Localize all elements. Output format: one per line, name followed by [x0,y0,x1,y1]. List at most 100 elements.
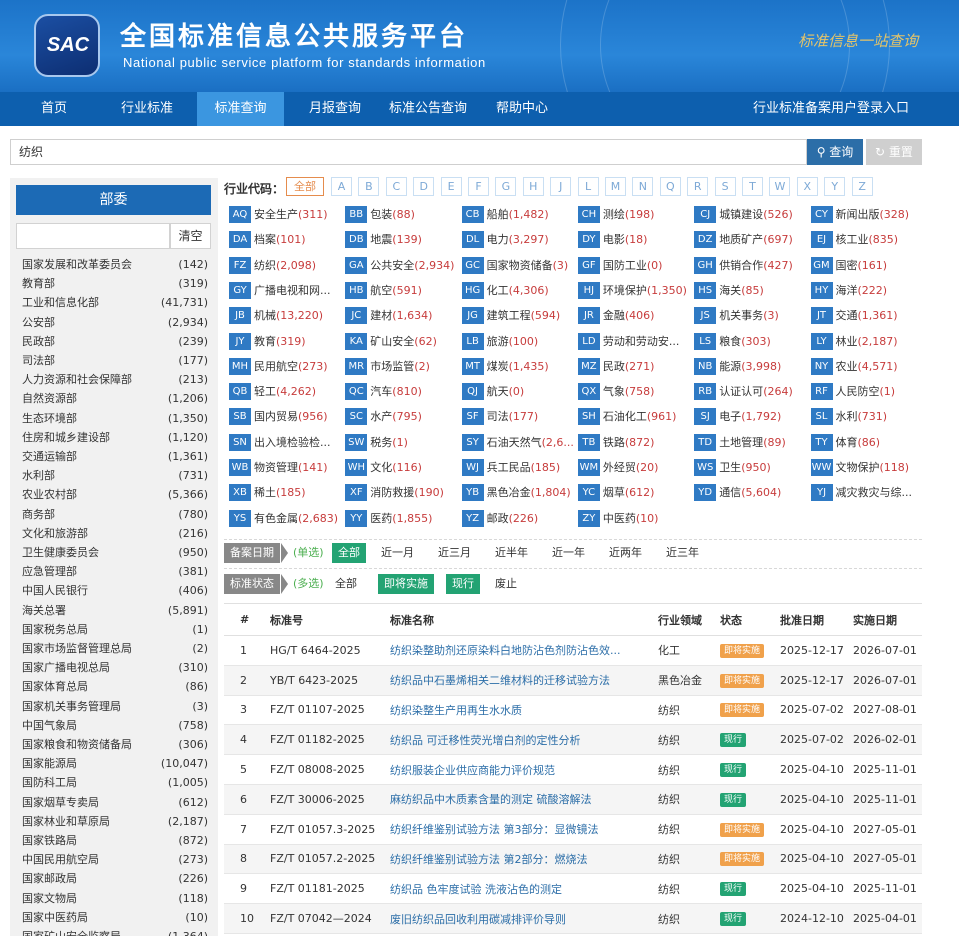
sidebar-item[interactable]: 农业农村部 (5,366) [22,485,208,504]
sidebar-item[interactable]: 住房和城乡建设部 (1,120) [22,428,208,447]
standard-name[interactable]: 纺织品 色牢度试验 洗液沾色的测定 [390,873,658,905]
industry-code-item[interactable]: AQ 安全生产(311) [229,206,341,223]
standard-name[interactable]: 废旧纺织品回收利用碳减排评价导则 [390,903,658,934]
letter-z[interactable]: Z [851,177,873,196]
date-option[interactable]: 近半年 [495,543,528,563]
industry-code-item[interactable]: YC 烟草(612) [577,484,690,502]
industry-code-item[interactable]: WM 外经贸(20) [577,459,690,476]
industry-code-item[interactable]: CJ 城镇建设(526) [694,206,806,223]
sidebar-item[interactable]: 国家发展和改革委员会 (142) [22,255,208,274]
industry-code-item[interactable]: BB 包装(88) [345,206,457,223]
sidebar-item[interactable]: 国家广播电视总局 (310) [22,658,208,677]
letter-y[interactable]: Y [824,177,846,196]
industry-code-item[interactable]: WW 文物保护(118) [810,459,923,476]
date-option[interactable]: 全部 [332,543,366,563]
industry-code-item[interactable]: YJ 减灾救灾与综... [810,484,923,502]
status-option[interactable]: 废止 [495,574,517,594]
industry-code-item[interactable]: GA 公共安全(2,934) [345,256,457,274]
letter-c[interactable]: C [385,177,407,196]
nav-announcement-query[interactable]: 标准公告查询 [383,92,473,126]
sidebar-item[interactable]: 国家林业和草原局 (2,187) [22,812,208,831]
letter-a[interactable]: A [331,177,352,196]
industry-code-item[interactable]: CB 船舶(1,482) [461,206,574,223]
letter-t[interactable]: T [742,177,763,196]
letter-r[interactable]: R [687,177,709,196]
industry-code-item[interactable]: RF 人民防空(1) [810,383,923,401]
industry-code-item[interactable]: NY 农业(4,571) [810,357,923,375]
sidebar-item[interactable]: 文化和旅游部 (216) [22,524,208,543]
industry-code-item[interactable]: CH 测绘(198) [577,206,690,223]
sidebar-item[interactable]: 自然资源部 (1,206) [22,389,208,408]
industry-code-item[interactable]: TD 土地管理(89) [694,433,806,451]
industry-code-item[interactable]: ZY 中医药(10) [577,509,690,527]
industry-code-item[interactable]: DY 电影(18) [577,231,690,249]
ministry-filter-input[interactable] [16,223,170,249]
letter-l[interactable]: L [577,177,599,196]
industry-code-item[interactable]: NB 能源(3,998) [694,357,806,375]
sidebar-item[interactable]: 国家能源局 (10,047) [22,754,208,773]
standard-name[interactable]: 麻纺织品中木质素含量的测定 硫酸溶解法 [390,784,658,815]
industry-code-item[interactable]: GY 广播电视和网... [229,281,341,299]
sidebar-item[interactable]: 卫生健康委员会 (950) [22,543,208,562]
query-button[interactable]: ⚲ 查询 [807,139,863,165]
search-input[interactable]: 纺织 [10,139,807,165]
industry-code-item[interactable]: DA 档案(101) [229,231,341,249]
status-option[interactable]: 即将实施 [378,574,434,594]
sidebar-item[interactable]: 国家矿山安全监察局 (1,364) [22,927,208,936]
standard-name[interactable]: 纺织服装企业供应商能力评价规范 [390,754,658,785]
reset-button[interactable]: ↻ 重置 [866,139,922,165]
industry-code-item[interactable]: JY 教育(319) [229,332,341,350]
sidebar-item[interactable]: 应急管理部 (381) [22,562,208,581]
industry-code-item[interactable]: MT 煤炭(1,435) [461,357,574,375]
industry-code-item[interactable]: MH 民用航空(273) [229,357,341,375]
sidebar-item[interactable]: 司法部 (177) [22,351,208,370]
filing-user-login-link[interactable]: 行业标准备案用户登录入口 [753,92,909,126]
sidebar-item[interactable]: 国家中医药局 (10) [22,908,208,927]
letter-all[interactable]: 全部 [286,177,324,196]
industry-code-item[interactable]: SB 国内贸易(956) [229,408,341,426]
nav-monthly-report[interactable]: 月报查询 [296,92,374,126]
standard-name[interactable]: 纺织纤维鉴别试验方法 第3部分：显微镜法 [390,814,658,845]
industry-code-item[interactable]: MR 市场监管(2) [345,357,457,375]
industry-code-item[interactable]: HG 化工(4,306) [461,281,574,299]
date-option[interactable]: 近一月 [381,543,414,563]
industry-code-item[interactable]: QB 轻工(4,262) [229,383,341,401]
nav-industry-standards[interactable]: 行业标准 [107,92,187,126]
industry-code-item[interactable]: JS 机关事务(3) [694,307,806,325]
letter-w[interactable]: W [769,177,791,196]
letter-x[interactable]: X [796,177,818,196]
industry-code-item[interactable]: LY 林业(2,187) [810,332,923,350]
industry-code-item[interactable]: DB 地震(139) [345,231,457,249]
letter-n[interactable]: N [632,177,654,196]
industry-code-item[interactable]: HJ 环境保护(1,350) [577,281,690,299]
sidebar-item[interactable]: 工业和信息化部 (41,731) [22,293,208,312]
industry-code-item[interactable]: SC 水产(795) [345,408,457,426]
sidebar-item[interactable]: 海关总署 (5,891) [22,601,208,620]
nav-home[interactable]: 首页 [27,92,81,126]
sidebar-item[interactable]: 国家税务总局 (1) [22,620,208,639]
sidebar-item[interactable]: 民政部 (239) [22,332,208,351]
letter-d[interactable]: D [413,177,435,196]
industry-code-item[interactable]: SW 税务(1) [345,433,457,451]
industry-code-item[interactable]: SH 石油化工(961) [577,408,690,426]
sidebar-item[interactable]: 教育部 (319) [22,274,208,293]
nav-help-center[interactable]: 帮助中心 [488,92,556,126]
sac-logo[interactable]: SAC [34,14,100,77]
nav-standard-query[interactable]: 标准查询 [197,92,284,126]
industry-code-item[interactable]: JC 建材(1,634) [345,307,457,325]
industry-code-item[interactable]: SN 出入境检验检... [229,433,341,451]
status-option[interactable]: 现行 [446,574,480,594]
letter-e[interactable]: E [440,177,462,196]
sidebar-item[interactable]: 水利部 (731) [22,466,208,485]
letter-j[interactable]: J [550,177,572,196]
industry-code-item[interactable]: YB 黑色冶金(1,804) [461,484,574,502]
sidebar-item[interactable]: 国家粮食和物资储备局 (306) [22,735,208,754]
industry-code-item[interactable]: LS 粮食(303) [694,332,806,350]
standard-name[interactable]: 纺织品中石墨烯相关二维材料的迁移试验方法 [390,665,658,696]
letter-f[interactable]: F [468,177,489,196]
sidebar-item[interactable]: 国家市场监督管理总局 (2) [22,639,208,658]
standard-name[interactable]: 纺织染整生产用再生水水质 [390,695,658,726]
industry-code-item[interactable]: XF 消防救援(190) [345,484,457,502]
industry-code-item[interactable]: LB 旅游(100) [461,332,574,350]
industry-code-item[interactable]: JG 建筑工程(594) [461,307,574,325]
